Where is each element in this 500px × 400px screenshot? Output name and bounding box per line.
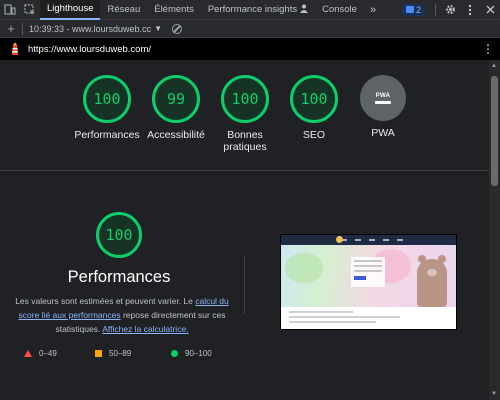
scrollbar-thumb[interactable] [491,76,498,186]
score-summary: 100 Performances 99 Accessibilité 100 Bo… [0,60,489,170]
tab-elements[interactable]: Éléments [147,0,201,20]
legend-fail: 0–49 [24,349,57,358]
toolbar-divider [22,22,23,35]
issues-badge[interactable]: 2 [401,3,425,16]
dropdown-caret-icon[interactable]: ▼ [154,24,162,33]
fail-triangle-icon [24,350,32,357]
description-text: Les valeurs sont estimées et peuvent var… [15,296,196,306]
score-value: 100 [231,90,259,108]
legend-range: 90–100 [185,349,212,358]
lighthouse-logo-icon [8,42,22,56]
more-tabs-button[interactable]: » [364,4,382,16]
average-square-icon [95,350,102,357]
tab-performance-insights[interactable]: Performance insights [201,0,315,20]
gauge-label: PWA [371,127,395,139]
calculator-link[interactable]: Affichez la calculatrice. [102,324,188,334]
pwa-badge-icon: PWA [360,75,406,121]
pass-circle-icon [171,350,178,357]
score-ring: 100 [83,75,131,123]
final-screenshot-thumbnail[interactable] [280,234,457,330]
legend-average: 50–89 [95,349,131,358]
tab-label: Réseau [107,4,141,15]
pwa-badge-text: PWA [375,92,391,99]
vertical-scrollbar[interactable]: ▲ ▼ [489,60,500,400]
scroll-down-icon[interactable]: ▼ [491,391,497,397]
tab-label: Console [322,4,357,15]
gauge-label: Bonnes pratiques [223,129,267,153]
thumbnail-content [281,307,456,329]
legend-range: 0–49 [39,349,57,358]
score-ring: 99 [152,75,200,123]
person-icon [300,4,309,15]
performance-score-ring: 100 [96,212,142,258]
toolbar-right: 2 [401,0,500,20]
kebab-menu-icon[interactable]: ⋮ [482,42,494,56]
gauge-accessibilite[interactable]: 99 Accessibilité [136,75,216,141]
tab-label: Éléments [154,4,194,15]
report-url[interactable]: https://www.loursduweb.com/ [28,44,151,55]
score-value: 100 [93,90,121,108]
tab-label: Performance insights [207,4,298,15]
add-icon[interactable]: + [0,21,22,36]
score-value: 99 [166,90,186,108]
tab-lighthouse[interactable]: Lighthouse [40,0,101,20]
gauge-performances[interactable]: 100 Performances [67,75,147,141]
score-value: 100 [300,90,328,108]
kebab-menu-icon[interactable] [460,0,480,20]
gauge-bonnes-pratiques[interactable]: 100 Bonnes pratiques [205,75,285,153]
device-toolbar-icon[interactable] [0,0,20,20]
scroll-up-icon[interactable]: ▲ [491,63,497,69]
thumbnail-nav [281,235,456,245]
bear-illustration [417,255,447,307]
devtools-tab-bar: Lighthouse Réseau Éléments Performance i… [0,0,500,20]
tab-label: Lighthouse [47,3,94,14]
report-selector[interactable]: 10:39:33 - www.loursduweb.cc [29,24,151,34]
gauge-label: Accessibilité [147,129,205,141]
report-url-bar: https://www.loursduweb.com/ ⋮ [0,38,500,60]
tab-reseau[interactable]: Réseau [100,0,147,20]
close-icon[interactable] [480,0,500,20]
performance-description: Les valeurs sont estimées et peuvent var… [10,294,234,336]
tab-console[interactable]: Console [315,0,364,20]
issues-count: 2 [415,4,421,15]
legend-pass: 90–100 [171,349,212,358]
clear-icon[interactable] [171,23,182,34]
vertical-divider [244,256,245,314]
score-ring: 100 [221,75,269,123]
legend-range: 50–89 [109,349,132,358]
report-toolbar: + 10:39:33 - www.loursduweb.cc ▼ [0,20,500,38]
gauge-label: SEO [302,129,326,141]
performance-title: Performances [67,268,171,286]
score-ring: 100 [290,75,338,123]
inspect-icon[interactable] [20,0,40,20]
gauge-pwa[interactable]: PWA PWA [343,75,423,139]
gauge-seo[interactable]: 100 SEO [274,75,354,141]
issues-icon [405,6,414,13]
score-value: 100 [105,226,133,244]
toolbar-divider [435,3,436,16]
pwa-dash [375,100,391,104]
gear-icon[interactable] [440,0,460,20]
gauge-label: Performances [74,129,140,141]
thumbnail-hero [281,245,456,307]
section-divider [0,170,489,171]
